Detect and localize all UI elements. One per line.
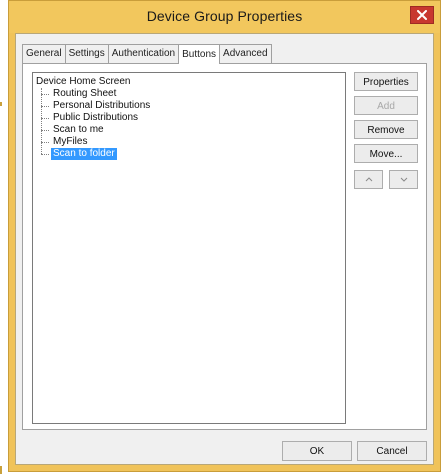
chevron-down-icon: [400, 177, 407, 182]
edge-mark: [0, 466, 2, 474]
tree-item-scan-to-me[interactable]: Scan to me: [41, 124, 106, 136]
close-icon: [417, 10, 427, 20]
tree-item-label: Personal Distributions: [53, 100, 151, 111]
tree-item-scan-to-folder[interactable]: Scan to folder: [41, 148, 117, 160]
tree-item-label: Scan to me: [53, 124, 104, 135]
add-button[interactable]: Add: [354, 96, 418, 115]
title-bar[interactable]: Device Group Properties: [9, 1, 440, 33]
edge-mark: [0, 102, 2, 106]
dialog-window: Device Group Properties General Settings…: [8, 0, 441, 472]
tree-item-routing-sheet[interactable]: Routing Sheet: [41, 88, 118, 100]
tab-authentication[interactable]: Authentication: [107, 44, 180, 63]
tab-strip: General Settings Authentication Buttons …: [22, 44, 272, 64]
move-down-button[interactable]: [389, 170, 418, 189]
background-strip: [0, 0, 8, 474]
chevron-up-icon: [365, 177, 372, 182]
tab-buttons[interactable]: Buttons: [178, 44, 221, 64]
tree-item-myfiles[interactable]: MyFiles: [41, 136, 89, 148]
cancel-button[interactable]: Cancel: [357, 441, 427, 461]
properties-button[interactable]: Properties: [354, 72, 418, 91]
tree-branch-line: [41, 93, 49, 95]
tree-branch-line: [41, 141, 49, 143]
dialog-client-area: General Settings Authentication Buttons …: [15, 33, 434, 465]
tree-root-device-home-screen[interactable]: Device Home Screen: [36, 76, 130, 88]
tree-item-public-distributions[interactable]: Public Distributions: [41, 112, 140, 124]
tree-branch-line: [41, 117, 49, 119]
tree-item-label: Public Distributions: [53, 112, 139, 123]
close-button[interactable]: [410, 6, 434, 24]
remove-button[interactable]: Remove: [354, 120, 418, 139]
tree-item-label: MyFiles: [53, 136, 88, 147]
tree-branch-line: [41, 105, 49, 107]
tab-general[interactable]: General: [22, 44, 66, 63]
ok-button[interactable]: OK: [282, 441, 352, 461]
move-up-button[interactable]: [354, 170, 383, 189]
tree-branch-line: [41, 153, 49, 155]
move-button[interactable]: Move...: [354, 144, 418, 163]
tree-item-personal-distributions[interactable]: Personal Distributions: [41, 100, 152, 112]
buttons-tab-panel: Device Home Screen Routing Sheet Persona…: [22, 63, 427, 430]
tree-item-label: Routing Sheet: [53, 88, 117, 99]
tree-item-label: Scan to folder: [51, 148, 117, 160]
tab-settings[interactable]: Settings: [64, 44, 109, 63]
tree-branch-line: [41, 129, 49, 131]
tab-advanced[interactable]: Advanced: [219, 44, 272, 63]
window-title: Device Group Properties: [146, 8, 303, 24]
home-screen-tree[interactable]: Device Home Screen Routing Sheet Persona…: [32, 72, 346, 424]
